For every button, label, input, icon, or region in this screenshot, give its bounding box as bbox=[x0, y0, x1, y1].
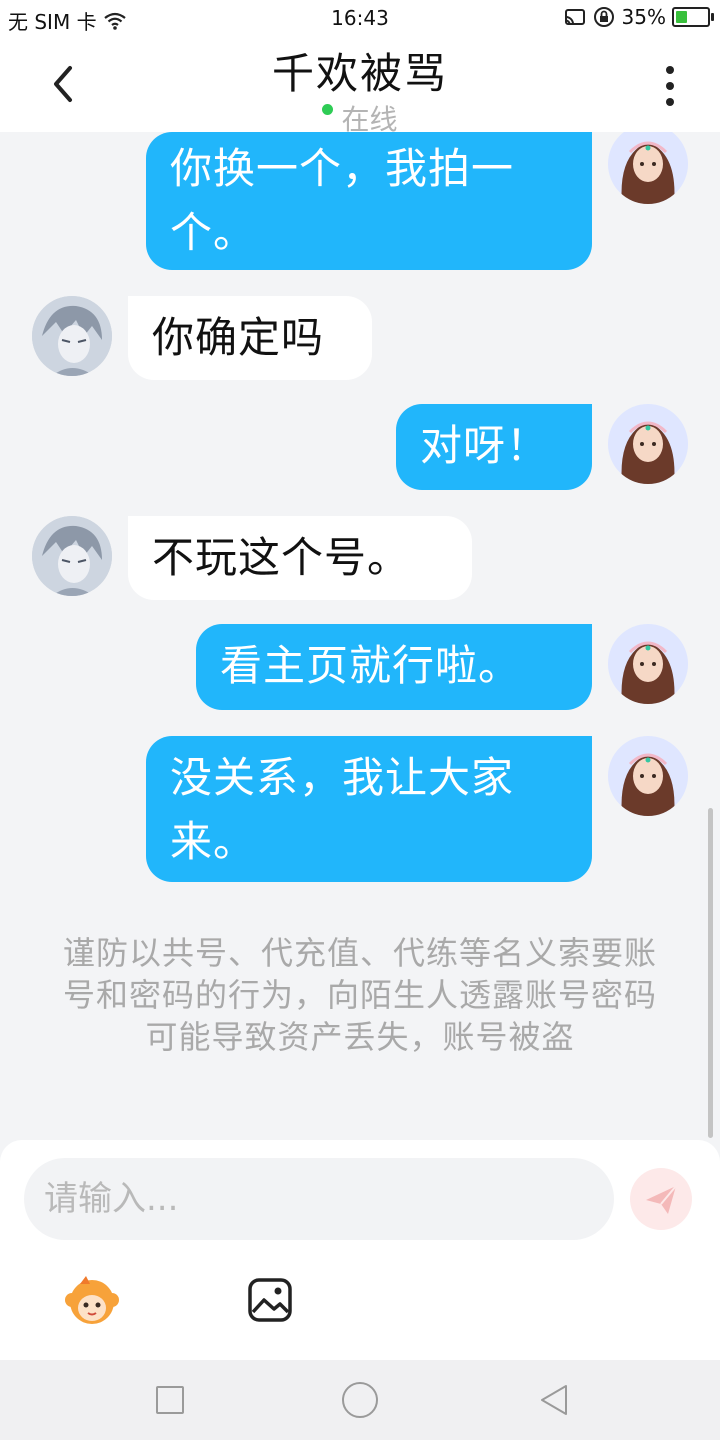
chat-scrollbar[interactable] bbox=[708, 808, 713, 1138]
battery-fill bbox=[676, 11, 687, 23]
back-nav-icon[interactable] bbox=[536, 1382, 572, 1418]
user-avatar-icon bbox=[608, 404, 688, 484]
system-nav-bar bbox=[0, 1360, 720, 1440]
contact-avatar-icon bbox=[32, 296, 112, 376]
avatar[interactable] bbox=[608, 404, 688, 484]
user-avatar-icon bbox=[608, 736, 688, 816]
user-avatar-icon bbox=[608, 132, 688, 204]
message-bubble[interactable]: 没关系，我让大家来。 bbox=[146, 736, 592, 882]
message-bubble[interactable]: 看主页就行啦。 bbox=[196, 624, 592, 710]
page-title: 千欢被骂 bbox=[271, 49, 448, 98]
avatar[interactable] bbox=[608, 132, 688, 204]
message-composer: 请输入... bbox=[0, 1140, 720, 1360]
online-dot-icon bbox=[322, 103, 334, 115]
avatar[interactable] bbox=[608, 736, 688, 816]
cast-icon bbox=[564, 9, 585, 25]
send-icon bbox=[646, 1185, 677, 1214]
user-avatar-icon bbox=[608, 624, 688, 704]
send-button[interactable] bbox=[630, 1168, 692, 1230]
battery-percent: 35% bbox=[621, 5, 666, 29]
rotation-lock-icon bbox=[593, 7, 614, 27]
avatar[interactable] bbox=[32, 296, 112, 376]
security-notice: 谨防以共号、代充值、代练等名义索要账号和密码的行为，向陌生人透露账号密码可能导致… bbox=[62, 934, 657, 1056]
message-bubble[interactable]: 你确定吗 bbox=[128, 296, 372, 380]
more-vertical-icon[interactable] bbox=[646, 62, 694, 110]
status-bar: 无 SIM 卡 16:43 35% bbox=[0, 0, 720, 36]
chat-messages[interactable]: 你换一个，我拍一个。 你确定吗 对呀！ 不玩这个号。 看主页就行啦。 没关系，我… bbox=[0, 132, 720, 1140]
avatar[interactable] bbox=[32, 516, 112, 596]
emoji-mascot-icon[interactable] bbox=[60, 1272, 124, 1328]
message-bubble[interactable]: 你换一个，我拍一个。 bbox=[146, 132, 592, 270]
message-bubble[interactable]: 不玩这个号。 bbox=[128, 516, 472, 600]
status-right: 35% bbox=[564, 5, 714, 29]
recent-apps-icon[interactable] bbox=[156, 1386, 184, 1414]
home-icon[interactable] bbox=[342, 1382, 378, 1418]
avatar[interactable] bbox=[608, 624, 688, 704]
image-icon[interactable] bbox=[246, 1276, 294, 1324]
contact-avatar-icon bbox=[32, 516, 112, 596]
battery-tip bbox=[711, 13, 714, 21]
message-input[interactable]: 请输入... bbox=[24, 1158, 614, 1240]
message-bubble[interactable]: 对呀！ bbox=[396, 404, 592, 490]
chat-header: 千欢被骂 在线 bbox=[0, 36, 720, 136]
battery-charging-icon bbox=[672, 7, 714, 27]
